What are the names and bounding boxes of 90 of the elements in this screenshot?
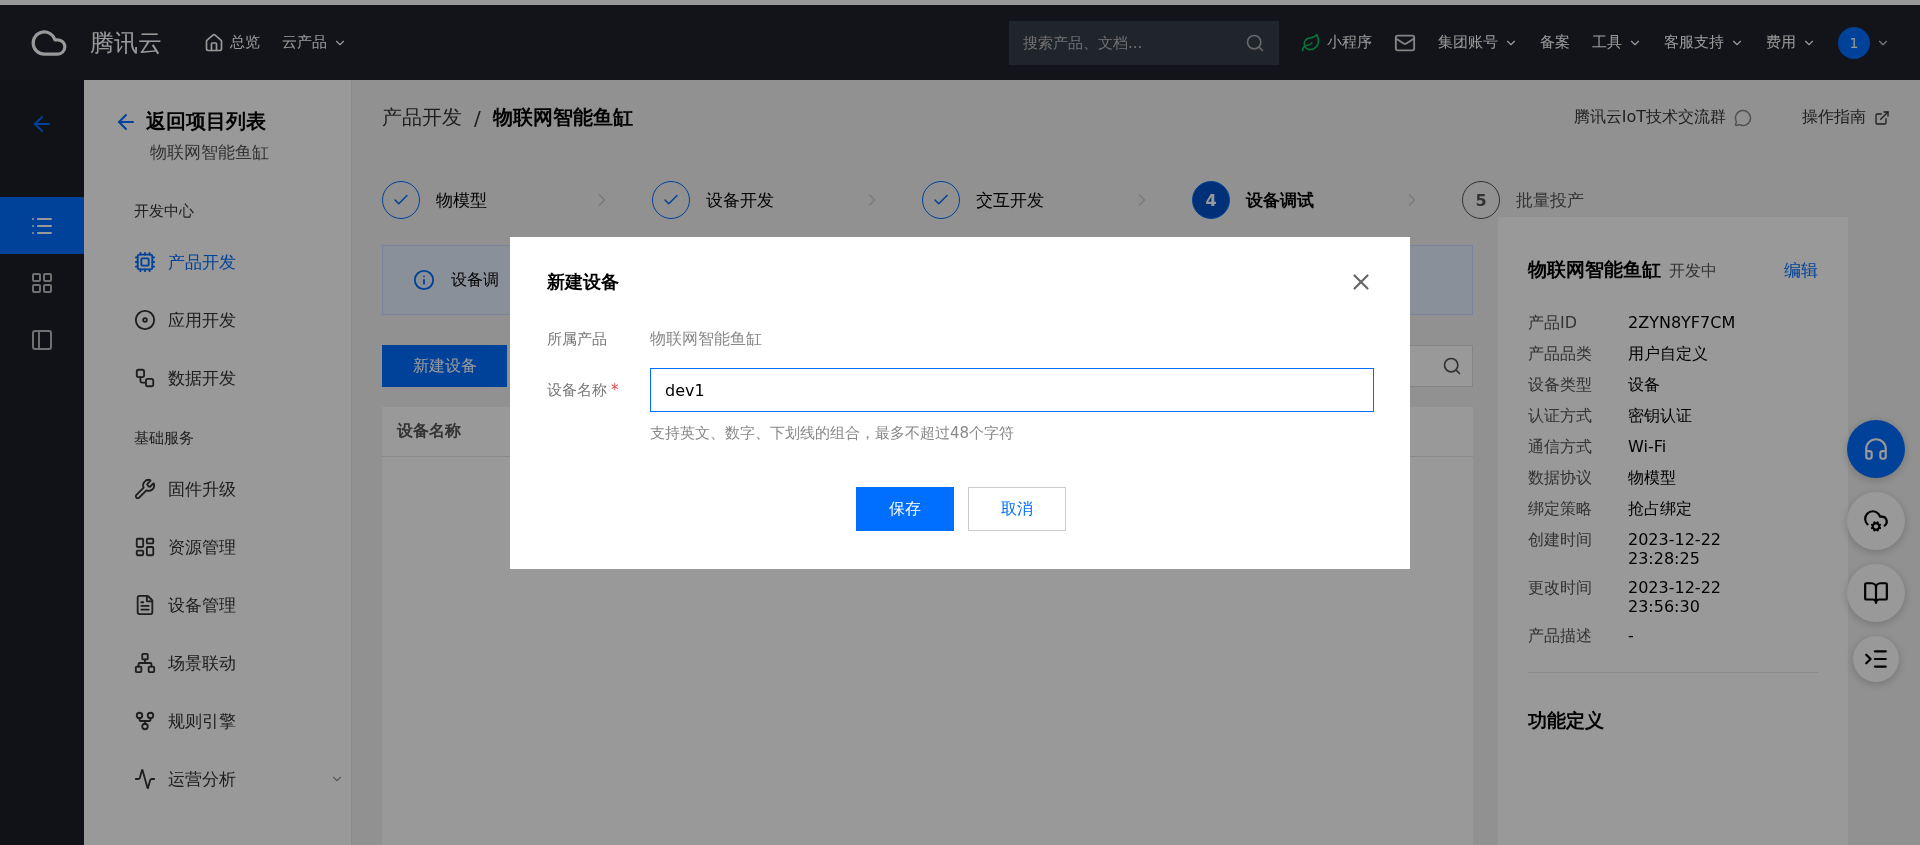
form-label: 所属产品 [547,329,608,350]
dashboard-icon [134,536,156,558]
info-icon [413,269,435,291]
pulse-icon [134,768,156,790]
chip-icon [134,251,156,273]
group-title: 开发中心 [134,202,195,221]
breadcrumb-item: 物联网智能鱼缸 [492,104,633,131]
field-value: 用户自定义 [1628,344,1709,365]
field-value: 密钥认证 [1628,406,1693,427]
field-value: 抢占绑定 [1628,499,1693,520]
form-value: 物联网智能鱼缸 [650,328,763,350]
field-value: 2023-12-22 23:28:25 [1628,530,1722,568]
network-icon [134,652,156,674]
step-label: 设备调试 [1246,188,1314,212]
step-label: 批量投产 [1516,188,1584,212]
field-value: - [1628,626,1635,647]
field-label: 设备类型 [1528,375,1593,396]
disc-icon [134,309,156,331]
cancel-button[interactable]: 取消 [967,487,1066,531]
guide-link[interactable]: 操作指南 [1802,107,1890,128]
nav-link[interactable]: 备案 [1540,33,1570,52]
save-button[interactable]: 保存 [855,487,954,531]
product-name: 物联网智能鱼缸 [1528,257,1661,282]
headset-icon [1863,436,1889,462]
field-label: 创建时间 [1528,530,1593,551]
community-link[interactable]: 腾讯云IoT技术交流群 [1573,107,1752,128]
step-label: 物模型 [436,188,487,212]
group-title: 基础服务 [134,429,195,448]
sidebar-item[interactable]: 运营分析 [114,750,344,808]
sidebar-item[interactable]: 场景联动 [114,634,344,692]
search-field[interactable]: 搜索产品、文档... [1009,20,1279,65]
form-label: 设备名称 * [547,380,620,401]
external-link-icon [1874,109,1890,126]
banner-text: 设备调 [451,269,499,291]
brand-name: 腾讯云 [90,27,162,59]
breadcrumb-separator: / [474,105,481,130]
product-status: 开发中 [1669,261,1717,282]
field-label: 数据协议 [1528,468,1593,489]
field-label: 更改时间 [1528,578,1593,599]
field-value: 物模型 [1628,468,1677,489]
field-value: Wi-Fi [1628,437,1668,458]
book-icon [1863,580,1889,606]
new-device-button[interactable]: 新建设备 [382,345,507,387]
step-label: 交互开发 [976,188,1044,212]
device-name-field[interactable]: dev1 [650,368,1374,412]
breadcrumb-item[interactable]: 产品开发 [382,104,462,131]
nav-dropdown[interactable]: 客服支持 [1664,33,1744,52]
search-icon [1245,32,1265,53]
fork-icon [134,710,156,732]
field-value: 设备 [1628,375,1661,396]
field-label: 产品描述 [1528,626,1593,647]
sidebar-item[interactable]: 应用开发 [114,291,344,349]
grid-icon [30,270,54,295]
search-icon [1442,356,1462,376]
field-value: 2ZYN8YF7CM [1628,313,1737,334]
nav-dropdown[interactable]: 集团账号 [1438,33,1518,52]
document-icon [134,594,156,616]
section-title: 功能定义 [1528,708,1605,733]
nav-dropdown[interactable]: 费用 [1766,33,1816,52]
field-label: 产品ID [1528,313,1579,334]
sidebar-item[interactable]: 规则引擎 [114,692,344,750]
panel-icon [30,327,54,352]
back-link[interactable]: 返回项目列表 [114,108,351,135]
nav-dropdown[interactable]: 工具 [1592,33,1642,52]
sidebar-item[interactable]: 资源管理 [114,518,344,576]
sidebar-item[interactable]: 产品开发 [114,233,344,291]
nav-dropdown[interactable]: 云产品 [282,33,347,52]
sidebar-item[interactable]: 固件升级 [114,460,344,518]
field-label: 通信方式 [1528,437,1593,458]
chat-icon [1734,108,1752,127]
sidebar-item[interactable]: 设备管理 [114,576,344,634]
user-avatar[interactable]: 1 [1838,26,1870,59]
wrench-icon [134,478,156,500]
step-label: 设备开发 [706,188,774,212]
miniprogram-link[interactable]: 小程序 [1301,32,1372,53]
cloud-icon [1863,508,1889,534]
field-hint: 支持英文、数字、下划线的组合，最多不超过48个字符 [650,424,1016,443]
home-icon [204,32,224,53]
field-label: 绑定策略 [1528,499,1593,520]
sidebar-item[interactable]: 数据开发 [114,349,344,407]
overview-link[interactable]: 总览 [204,32,260,53]
field-value: 2023-12-22 23:56:30 [1628,578,1722,616]
field-label: 认证方式 [1528,406,1593,427]
step-marker: 4 [1192,181,1230,219]
flow-icon [134,367,156,389]
dialog-title: 新建设备 [547,270,619,294]
edit-link[interactable]: 编辑 [1784,259,1818,282]
leaf-icon [1301,32,1321,53]
project-name: 物联网智能鱼缸 [150,141,270,164]
field-label: 产品品类 [1528,344,1593,365]
